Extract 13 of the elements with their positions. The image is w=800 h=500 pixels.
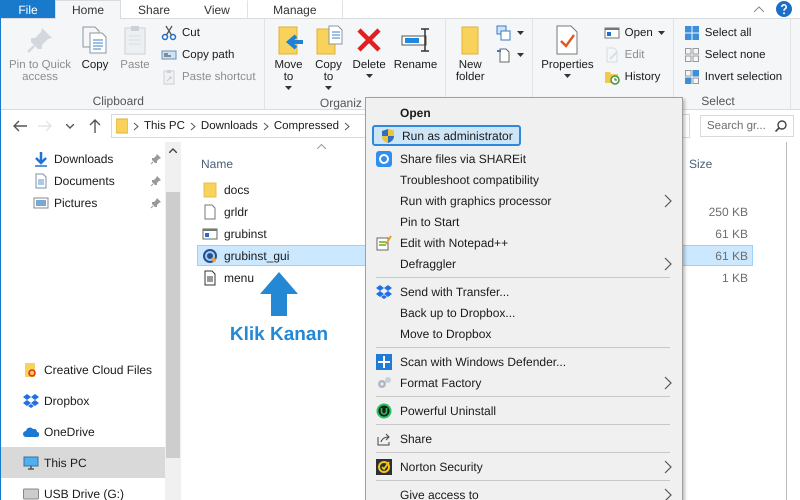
annotation-text: Klik Kanan [230,324,328,346]
group-label: Organiz [320,96,362,110]
file-name: grubinst [224,226,267,240]
file-size: 1 KB [722,270,748,284]
file-size: 61 KB [715,248,748,262]
file-name: grldr [224,204,248,218]
group-label: Clipboard [92,94,144,108]
file-name: grubinst_gui [224,248,290,262]
file-size: 250 KB [708,204,748,218]
file-name: docs [224,182,250,196]
file-size: 61 KB [715,226,748,240]
group-label: Select [701,94,735,108]
file-name: menu [224,270,254,284]
